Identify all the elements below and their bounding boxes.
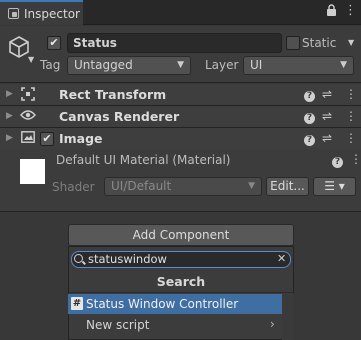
component-title: Rect Transform bbox=[59, 87, 167, 102]
tag-value: Untagged bbox=[74, 58, 133, 72]
active-checkbox[interactable]: ✔ bbox=[47, 36, 61, 50]
image-icon bbox=[20, 131, 36, 147]
lock-icon[interactable] bbox=[326, 4, 337, 21]
foldout-arrow-icon[interactable]: ▶ bbox=[6, 89, 13, 99]
component-rect-transform[interactable]: ▶ Rect Transform ? ⇌ ⋮ bbox=[0, 84, 361, 106]
layer-label: Layer bbox=[205, 58, 239, 72]
component-title: Image bbox=[59, 131, 103, 146]
help-icon[interactable]: ? bbox=[304, 109, 315, 124]
component-menu-icon[interactable]: ⋮ bbox=[345, 131, 357, 145]
component-canvas-renderer[interactable]: ▶ Canvas Renderer ? ⇌ ⋮ bbox=[0, 106, 361, 128]
clear-search-icon[interactable]: ✕ bbox=[277, 252, 286, 265]
static-checkbox[interactable] bbox=[286, 36, 300, 50]
rect-transform-icon bbox=[20, 87, 36, 103]
list-item-label[interactable]: Status Window Controller bbox=[86, 297, 238, 311]
tag-label: Tag bbox=[40, 58, 61, 72]
chevron-down-icon: ▼ bbox=[248, 181, 255, 191]
static-label: Static bbox=[302, 36, 337, 50]
component-menu-icon[interactable]: ⋮ bbox=[345, 109, 357, 123]
shader-label: Shader bbox=[52, 180, 95, 194]
object-name-field[interactable]: Status bbox=[67, 33, 282, 53]
tab-inspector[interactable]: Inspector bbox=[0, 0, 83, 25]
shader-value: UI/Default bbox=[111, 179, 172, 193]
tag-dropdown[interactable]: Untagged ▼ bbox=[67, 56, 191, 75]
chevron-down-icon: ▼ bbox=[340, 60, 347, 70]
static-dropdown-arrow-icon[interactable]: ▼ bbox=[348, 38, 354, 47]
tab-inspector-label: Inspector bbox=[24, 6, 80, 21]
presets-icon[interactable]: ⇌ bbox=[322, 109, 332, 123]
layer-value: UI bbox=[250, 58, 263, 72]
list-item-label[interactable]: New script bbox=[86, 318, 149, 332]
image-enabled-checkbox[interactable]: ✔ bbox=[40, 132, 54, 146]
popup-section-title: Search bbox=[156, 274, 206, 289]
search-icon bbox=[74, 254, 83, 263]
component-title: Canvas Renderer bbox=[59, 109, 180, 124]
divider bbox=[68, 292, 294, 293]
material-menu-icon[interactable]: ⋮ bbox=[350, 152, 361, 166]
material-name: Default UI Material (Material) bbox=[56, 153, 231, 167]
chevron-down-icon: ▼ bbox=[177, 60, 184, 70]
component-image[interactable]: ▶ ✔ Image ? ⇌ ⋮ bbox=[0, 128, 361, 150]
presets-icon[interactable]: ⇌ bbox=[322, 131, 332, 145]
component-search-input[interactable]: statuswindow bbox=[71, 251, 291, 268]
material-help-icon[interactable]: ? bbox=[332, 153, 343, 168]
tab-menu-icon[interactable]: ⋮ bbox=[344, 3, 357, 18]
material-preview-swatch[interactable] bbox=[20, 159, 45, 184]
inspector-tab-icon bbox=[8, 8, 19, 19]
chevron-right-icon: › bbox=[270, 317, 275, 331]
list-icon: ☰ ▾ bbox=[324, 179, 345, 193]
icon-dropdown-arrow-icon[interactable]: ▼ bbox=[28, 55, 34, 64]
foldout-arrow-icon[interactable]: ▶ bbox=[6, 111, 13, 121]
help-icon[interactable]: ? bbox=[304, 131, 315, 146]
script-hash-icon: # bbox=[71, 297, 83, 310]
shader-options-button[interactable]: ☰ ▾ bbox=[313, 177, 356, 196]
help-icon[interactable]: ? bbox=[304, 87, 315, 102]
popup-scrollbar[interactable] bbox=[282, 294, 294, 340]
eye-icon bbox=[20, 109, 36, 125]
edit-shader-button[interactable]: Edit... bbox=[266, 177, 309, 196]
add-component-button[interactable]: Add Component bbox=[68, 224, 294, 246]
layer-dropdown[interactable]: UI ▼ bbox=[243, 56, 354, 75]
component-menu-icon[interactable]: ⋮ bbox=[345, 87, 357, 101]
shader-dropdown[interactable]: UI/Default ▼ bbox=[104, 177, 262, 196]
foldout-arrow-icon[interactable]: ▶ bbox=[6, 133, 13, 143]
presets-icon[interactable]: ⇌ bbox=[322, 87, 332, 101]
